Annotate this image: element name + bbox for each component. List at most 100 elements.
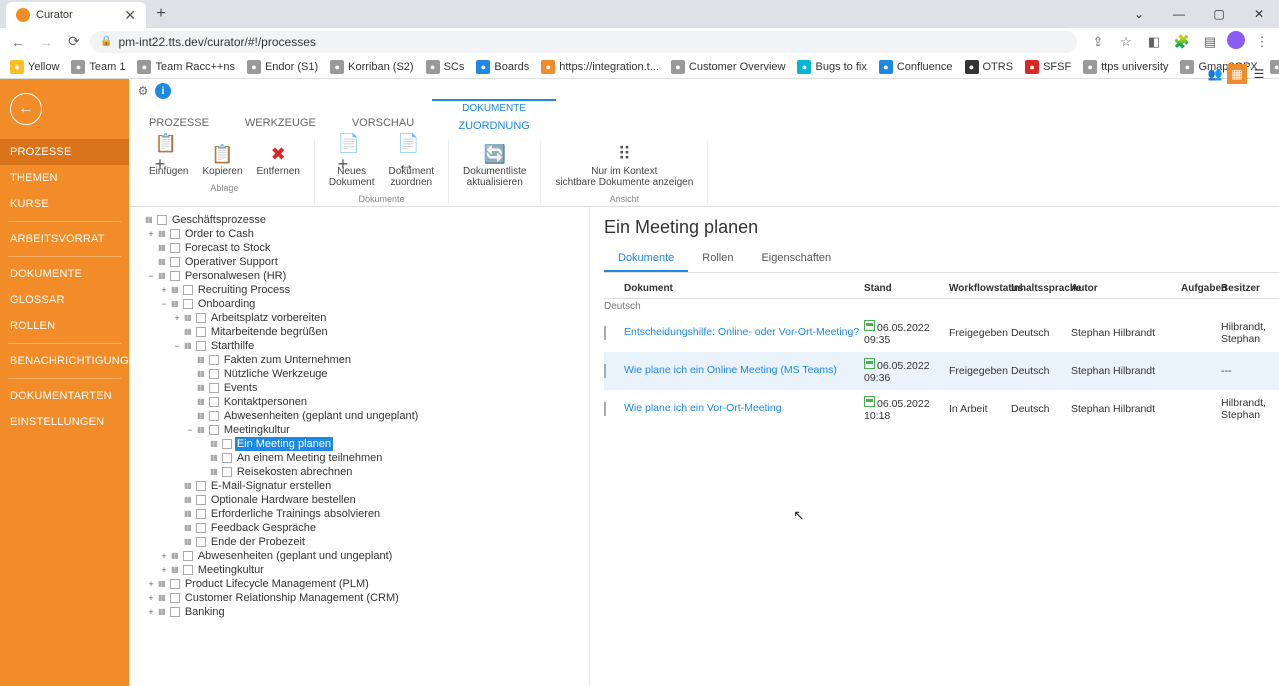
bookmark-item[interactable]: ●OTRS <box>961 58 1018 76</box>
tree-item[interactable]: +▮▮Meetingkultur <box>133 563 585 577</box>
tree-item[interactable]: −▮▮Personalwesen (HR) <box>133 269 585 283</box>
tree-item[interactable]: ▮▮Reisekosten abrechnen <box>133 465 585 479</box>
tree-checkbox[interactable] <box>170 593 180 603</box>
tree-checkbox[interactable] <box>196 537 206 547</box>
tree-item[interactable]: ▮▮Feedback Gespräche <box>133 521 585 535</box>
tree-expand-icon[interactable]: + <box>146 591 156 605</box>
tree-drag-icon[interactable]: ▮▮ <box>171 297 178 311</box>
tree-checkbox[interactable] <box>222 439 232 449</box>
tree-drag-icon[interactable]: ▮▮ <box>158 227 165 241</box>
tree-item[interactable]: ▮▮An einem Meeting teilnehmen <box>133 451 585 465</box>
ribbon-button[interactable]: 📄+NeuesDokument <box>323 140 381 190</box>
col-language[interactable]: Inhaltssprache <box>1011 283 1071 294</box>
tree-drag-icon[interactable]: ▮▮ <box>158 577 165 591</box>
bookmark-item[interactable]: ●ttps university <box>1079 58 1172 76</box>
grid-view-icon[interactable]: ▦ <box>1227 64 1247 84</box>
detail-tab[interactable]: Dokumente <box>604 246 688 272</box>
tree-item[interactable]: ▮▮Forecast to Stock <box>133 241 585 255</box>
document-link[interactable]: Wie plane ich ein Online Meeting (MS Tea… <box>624 364 837 376</box>
tree-checkbox[interactable] <box>209 397 219 407</box>
tree-drag-icon[interactable]: ▮▮ <box>158 255 165 269</box>
tree-drag-icon[interactable]: ▮▮ <box>184 535 191 549</box>
ribbon-button[interactable]: 📋Kopieren <box>196 140 248 179</box>
ribbon-tab[interactable]: WERKZEUGE <box>227 113 334 133</box>
tree-drag-icon[interactable]: ▮▮ <box>184 493 191 507</box>
tree-checkbox[interactable] <box>196 327 206 337</box>
maximize-button[interactable]: ▢ <box>1199 0 1239 28</box>
tree-item[interactable]: +▮▮Abwesenheiten (geplant und ungeplant) <box>133 549 585 563</box>
tree-drag-icon[interactable]: ▮▮ <box>158 241 165 255</box>
tree-checkbox[interactable] <box>209 383 219 393</box>
tree-expand-icon[interactable]: − <box>159 297 169 311</box>
tree-item[interactable]: ▮▮Mitarbeitende begrüßen <box>133 325 585 339</box>
bookmark-item[interactable]: ●Yellow <box>6 58 63 76</box>
tree-checkbox[interactable] <box>209 369 219 379</box>
ribbon-tab[interactable]: PROZESSE <box>131 113 227 133</box>
tree-expand-icon[interactable]: + <box>146 577 156 591</box>
tree-checkbox[interactable] <box>170 579 180 589</box>
tree-item[interactable]: +▮▮Customer Relationship Management (CRM… <box>133 591 585 605</box>
tree-checkbox[interactable] <box>183 299 193 309</box>
bookmark-item[interactable]: ●Endor (S1) <box>243 58 322 76</box>
sidebar-item[interactable]: ARBEITSVORRAT <box>0 226 129 252</box>
tree-item[interactable]: ▮▮Optionale Hardware bestellen <box>133 493 585 507</box>
tree-item[interactable]: +▮▮Arbeitsplatz vorbereiten <box>133 311 585 325</box>
col-stand[interactable]: Stand <box>864 283 949 294</box>
browser-tab[interactable]: Curator ✕ <box>6 2 146 28</box>
forward-button[interactable]: → <box>34 30 58 54</box>
tree-checkbox[interactable] <box>157 215 167 225</box>
tree-checkbox[interactable] <box>196 341 206 351</box>
tree-checkbox[interactable] <box>170 607 180 617</box>
tree-drag-icon[interactable]: ▮▮ <box>210 437 217 451</box>
col-author[interactable]: Autor <box>1071 283 1181 294</box>
document-link[interactable]: Entscheidungshilfe: Online- oder Vor-Ort… <box>624 326 859 338</box>
bookmark-item[interactable]: ●Team Racc++ns <box>133 58 238 76</box>
tree-item[interactable]: ▮▮Abwesenheiten (geplant und ungeplant) <box>133 409 585 423</box>
tree-drag-icon[interactable]: ▮▮ <box>210 465 217 479</box>
reload-button[interactable]: ⟳ <box>62 30 86 54</box>
address-bar[interactable]: 🔒 pm-int22.tts.dev/curator/#!/processes <box>90 31 1077 53</box>
info-icon[interactable]: i <box>155 83 171 99</box>
tree-panel[interactable]: ▮▮Geschäftsprozesse+▮▮Order to Cash▮▮For… <box>129 207 589 686</box>
tree-expand-icon[interactable]: − <box>146 269 156 283</box>
ribbon-button[interactable]: ✖Entfernen <box>251 140 306 179</box>
tree-item[interactable]: ▮▮Ende der Probezeit <box>133 535 585 549</box>
sidebar-back-button[interactable]: ← <box>10 93 42 125</box>
col-tasks[interactable]: Aufgaben <box>1181 283 1221 294</box>
puzzle-icon[interactable]: 🧩 <box>1171 31 1193 53</box>
sidebar-item[interactable]: DOKUMENTE <box>0 261 129 287</box>
tree-drag-icon[interactable]: ▮▮ <box>171 563 178 577</box>
tree-item[interactable]: +▮▮Banking <box>133 605 585 619</box>
tree-checkbox[interactable] <box>196 509 206 519</box>
tree-drag-icon[interactable]: ▮▮ <box>184 339 191 353</box>
sidebar-item[interactable]: KURSE <box>0 191 129 217</box>
tree-expand-icon[interactable]: + <box>146 605 156 619</box>
tree-item[interactable]: ▮▮Nützliche Werkzeuge <box>133 367 585 381</box>
share-icon[interactable]: ⇪ <box>1087 31 1109 53</box>
tree-checkbox[interactable] <box>209 425 219 435</box>
tree-checkbox[interactable] <box>183 285 193 295</box>
tree-checkbox[interactable] <box>222 467 232 477</box>
tree-checkbox[interactable] <box>183 551 193 561</box>
chevron-down-icon[interactable]: ⌄ <box>1119 0 1159 28</box>
tree-checkbox[interactable] <box>170 271 180 281</box>
star-icon[interactable]: ☆ <box>1115 31 1137 53</box>
sidebar-item[interactable]: ROLLEN <box>0 313 129 339</box>
document-link[interactable]: Wie plane ich ein Vor-Ort-Meeting <box>624 402 782 414</box>
menu-icon[interactable]: ⋮ <box>1251 31 1273 53</box>
tree-drag-icon[interactable]: ▮▮ <box>197 395 204 409</box>
detail-tab[interactable]: Rollen <box>688 246 747 272</box>
ribbon-button[interactable]: 📄↔Dokumentzuordnen <box>382 140 440 190</box>
row-checkbox[interactable] <box>604 402 606 416</box>
tree-drag-icon[interactable]: ▮▮ <box>184 479 191 493</box>
tree-checkbox[interactable] <box>196 313 206 323</box>
ribbon-button[interactable]: 📋+Einfügen <box>143 140 194 179</box>
bookmark-item[interactable]: ●Confluence <box>875 58 957 76</box>
tree-expand-icon[interactable]: − <box>172 339 182 353</box>
tree-checkbox[interactable] <box>170 257 180 267</box>
tree-expand-icon[interactable]: + <box>159 563 169 577</box>
sidebar-item[interactable]: THEMEN <box>0 165 129 191</box>
tree-item[interactable]: +▮▮Product Lifecycle Management (PLM) <box>133 577 585 591</box>
tree-checkbox[interactable] <box>196 523 206 533</box>
tree-drag-icon[interactable]: ▮▮ <box>171 549 178 563</box>
